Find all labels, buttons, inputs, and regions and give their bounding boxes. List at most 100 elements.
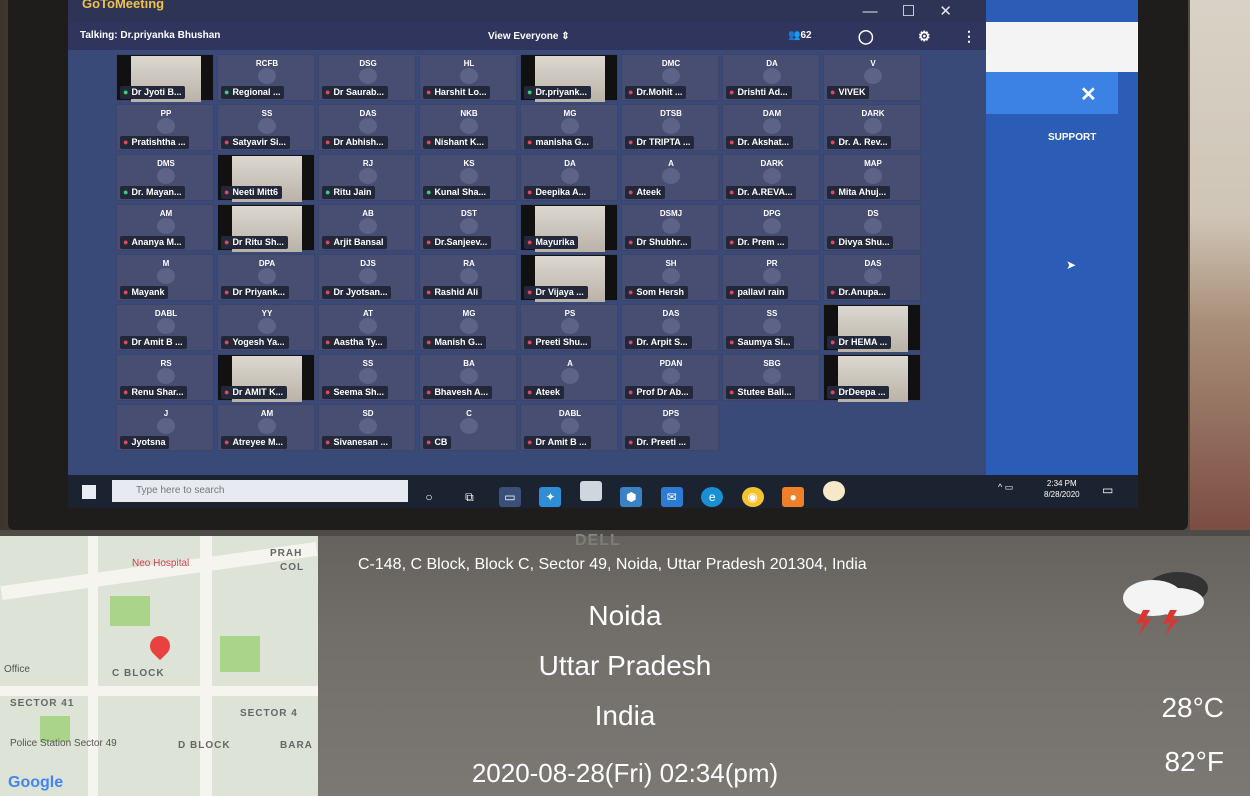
participant-tile[interactable]: ● Mayurika bbox=[520, 204, 618, 252]
participant-tile[interactable]: J ● Jyotsna bbox=[116, 404, 214, 451]
gear-icon[interactable]: ⚙ bbox=[918, 28, 931, 45]
participant-tile[interactable]: RJ ● Ritu Jain bbox=[318, 154, 416, 201]
notification-icon[interactable]: ▭ bbox=[1102, 483, 1113, 497]
participant-name: Neeti Mitt6 bbox=[232, 187, 278, 197]
participant-tile[interactable]: AM ● Atreyee M... bbox=[217, 404, 315, 451]
participant-tile[interactable]: DPS ● Dr. Preeti ... bbox=[621, 404, 719, 451]
participant-tile[interactable]: ● Neeti Mitt6 bbox=[217, 154, 315, 202]
avatar bbox=[157, 218, 175, 234]
close-icon[interactable]: ✕ bbox=[1080, 82, 1097, 107]
participant-tile[interactable]: MAP ● Mita Ahuj... bbox=[823, 154, 921, 201]
participant-tile[interactable]: DABL ● Dr Amit B ... bbox=[116, 304, 214, 351]
participant-tile[interactable]: SH ● Som Hersh bbox=[621, 254, 719, 301]
avatar bbox=[157, 118, 175, 134]
participant-tile[interactable]: DA ● Drishti Ad... bbox=[722, 54, 820, 101]
chrome-icon[interactable]: ◉ bbox=[741, 487, 764, 507]
windows-start-icon[interactable] bbox=[82, 485, 96, 499]
mic-off-icon: ● bbox=[426, 87, 432, 97]
participant-tile[interactable]: M ● Mayank bbox=[116, 254, 214, 301]
participant-tile[interactable]: SD ● Sivanesan ... bbox=[318, 404, 416, 451]
participant-tile[interactable]: ● Dr Vijaya ... bbox=[520, 254, 618, 302]
participant-tile[interactable]: DSMJ ● Dr Shubhr... bbox=[621, 204, 719, 251]
participant-tile[interactable]: A ● Ateek bbox=[621, 154, 719, 201]
window-controls[interactable]: — ☐ ✕ bbox=[863, 2, 962, 20]
participant-tile[interactable]: SBG ● Stutee Bali... bbox=[722, 354, 820, 401]
participant-tile[interactable]: DA ● Deepika A... bbox=[520, 154, 618, 201]
participant-tile[interactable]: PDAN ● Prof Dr Ab... bbox=[621, 354, 719, 401]
participant-tile[interactable]: RCFB ● Regional ... bbox=[217, 54, 315, 101]
taskbar-clock[interactable]: 2:34 PM 8/28/2020 bbox=[1044, 478, 1080, 500]
support-label[interactable]: SUPPORT bbox=[1048, 132, 1096, 143]
participant-name-label: ● Aastha Ty... bbox=[322, 336, 387, 349]
view-selector[interactable]: View Everyone ⇕ bbox=[488, 31, 570, 42]
participant-tile[interactable]: AM ● Ananya M... bbox=[116, 204, 214, 251]
participant-tile[interactable]: DSG ● Dr Saurab... bbox=[318, 54, 416, 101]
store-icon[interactable] bbox=[579, 481, 602, 501]
avatar bbox=[460, 318, 478, 334]
participant-tile[interactable]: SS ● Seema Sh... bbox=[318, 354, 416, 401]
participant-tile[interactable]: DS ● Divya Shu... bbox=[823, 204, 921, 251]
participant-tile[interactable]: AB ● Arjit Bansal bbox=[318, 204, 416, 251]
participant-tile[interactable]: RA ● Rashid Ali bbox=[419, 254, 517, 301]
task-view-icon[interactable]: ⧉ bbox=[458, 487, 480, 507]
participant-tile[interactable]: DPG ● Dr. Prem ... bbox=[722, 204, 820, 251]
file-explorer-icon[interactable]: ▭ bbox=[498, 487, 521, 507]
participant-tile[interactable]: ● Dr Ritu Sh... bbox=[217, 204, 315, 252]
participant-tile[interactable]: RS ● Renu Shar... bbox=[116, 354, 214, 401]
participant-tile[interactable]: V ● VIVEK bbox=[823, 54, 921, 101]
participant-tile[interactable]: DST ● Dr.Sanjeev... bbox=[419, 204, 517, 251]
participant-tile[interactable]: PR ● pallavi rain bbox=[722, 254, 820, 301]
participant-tile[interactable]: DAM ● Dr. Akshat... bbox=[722, 104, 820, 151]
map-label-prah: PRAH bbox=[270, 548, 303, 559]
participant-tile[interactable]: YY ● Yogesh Ya... bbox=[217, 304, 315, 351]
participant-tile[interactable]: DJS ● Dr Jyotsan... bbox=[318, 254, 416, 301]
avatar bbox=[460, 218, 478, 234]
participant-tile[interactable]: DMC ● Dr.Mohit ... bbox=[621, 54, 719, 101]
taskbar-search-input[interactable]: Type here to search bbox=[112, 480, 408, 502]
edge-icon[interactable]: e bbox=[701, 487, 724, 507]
chat-icon[interactable]: ◯ bbox=[858, 28, 874, 45]
participant-tile[interactable]: AT ● Aastha Ty... bbox=[318, 304, 416, 351]
participant-tile[interactable]: DPA ● Dr Priyank... bbox=[217, 254, 315, 301]
cortana-icon[interactable]: ○ bbox=[418, 487, 440, 507]
participant-tile[interactable]: SS ● Satyavir Si... bbox=[217, 104, 315, 151]
participants-button[interactable]: 👥62 bbox=[788, 30, 812, 41]
app-icon-1[interactable]: ✦ bbox=[539, 487, 562, 507]
app-icon-2[interactable]: ⬢ bbox=[620, 487, 643, 507]
mail-icon[interactable]: ✉ bbox=[660, 487, 683, 507]
more-icon[interactable]: ⋮ bbox=[962, 28, 976, 45]
system-tray[interactable]: ^ ▭ bbox=[998, 482, 1013, 493]
participant-tile[interactable]: DAS ● Dr.Anupa... bbox=[823, 254, 921, 301]
avatar bbox=[763, 168, 781, 184]
participant-tile[interactable]: KS ● Kunal Sha... bbox=[419, 154, 517, 201]
participant-name-label: ● DrDeepa ... bbox=[827, 386, 890, 399]
participant-tile[interactable]: NKB ● Nishant K... bbox=[419, 104, 517, 151]
participant-tile[interactable]: DARK ● Dr. A. Rev... bbox=[823, 104, 921, 151]
participant-tile[interactable]: DMS ● Dr. Mayan... bbox=[116, 154, 214, 201]
participant-tile[interactable]: HL ● Harshit Lo... bbox=[419, 54, 517, 101]
participant-tile[interactable]: ● Dr Jyoti B... bbox=[116, 54, 214, 102]
participant-tile[interactable]: DAS ● Dr Abhish... bbox=[318, 104, 416, 151]
participant-tile[interactable]: ● Dr AMIT K... bbox=[217, 354, 315, 402]
participant-tile[interactable]: DAS ● Dr. Arpit S... bbox=[621, 304, 719, 351]
participant-tile[interactable]: PS ● Preeti Shu... bbox=[520, 304, 618, 351]
participant-initials: DPG bbox=[763, 209, 781, 218]
map-label-bara: BARA bbox=[280, 740, 313, 751]
participant-tile[interactable]: DARK ● Dr. A.REVA... bbox=[722, 154, 820, 201]
participant-tile[interactable]: SS ● Saumya Si... bbox=[722, 304, 820, 351]
temperature-celsius: 28°C bbox=[1161, 692, 1224, 723]
participant-tile[interactable]: PP ● Pratishtha ... bbox=[116, 104, 214, 151]
participant-tile[interactable]: DTSB ● Dr TRIPTA ... bbox=[621, 104, 719, 151]
participant-tile[interactable]: MG ● Manish G... bbox=[419, 304, 517, 351]
participant-tile[interactable]: DABL ● Dr Amit B ... bbox=[520, 404, 618, 451]
app-icon-3[interactable] bbox=[822, 481, 845, 501]
participant-tile[interactable]: MG ● manisha G... bbox=[520, 104, 618, 151]
participant-tile[interactable]: BA ● Bhavesh A... bbox=[419, 354, 517, 401]
participant-tile[interactable]: ● Dr.priyank... bbox=[520, 54, 618, 102]
gotomeeting-taskbar-icon[interactable]: ● bbox=[782, 487, 805, 507]
participant-tile[interactable]: A ● Ateek bbox=[520, 354, 618, 401]
participant-name: Dr Abhish... bbox=[333, 137, 384, 147]
participant-tile[interactable]: ● DrDeepa ... bbox=[823, 354, 921, 402]
participant-tile[interactable]: C ● CB bbox=[419, 404, 517, 451]
participant-tile[interactable]: ● Dr HEMA ... bbox=[823, 304, 921, 352]
